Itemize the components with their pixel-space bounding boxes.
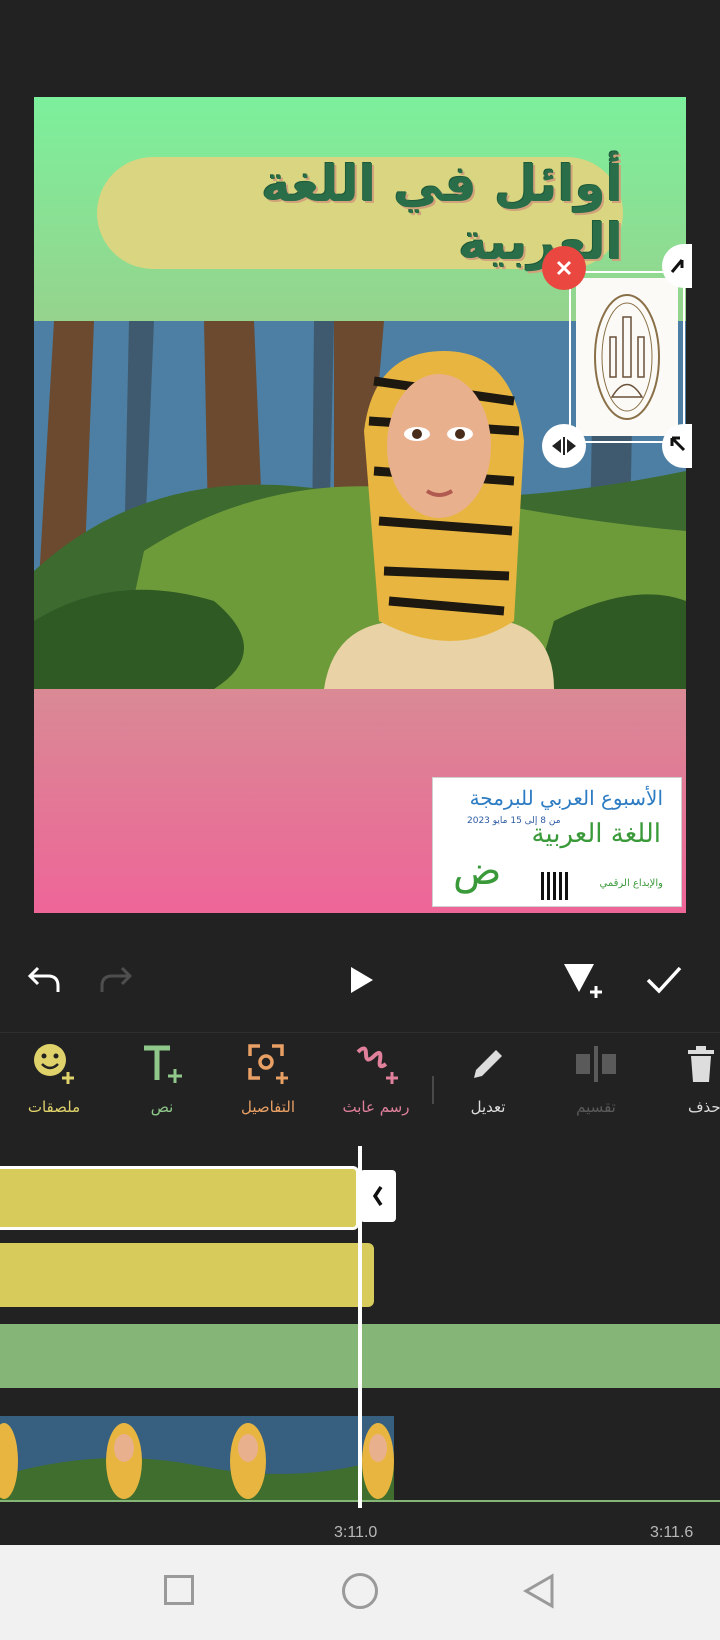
tool-label: نص	[150, 1098, 174, 1116]
play-icon	[351, 967, 373, 993]
add-keyframe-button[interactable]	[552, 950, 612, 1010]
redo-button[interactable]	[86, 950, 146, 1010]
confirm-button[interactable]	[634, 950, 694, 1010]
recents-button[interactable]	[164, 1575, 194, 1605]
dad-letter-icon: ض	[453, 848, 502, 894]
emoji-add-icon	[34, 1044, 74, 1084]
trash-icon	[688, 1046, 714, 1082]
event-logo-overlay[interactable]: الأسبوع العربي للبرمجة من 8 إلى 15 مايو …	[432, 777, 682, 907]
tool-split: تقسيم	[544, 1040, 648, 1140]
title-clip[interactable]	[0, 1243, 374, 1307]
undo-icon	[27, 966, 60, 992]
delete-sticker-button[interactable]	[542, 246, 586, 290]
system-nav-bar	[0, 1545, 720, 1640]
flip-sticker-button[interactable]	[542, 424, 586, 468]
text-add-icon	[144, 1045, 182, 1083]
flip-icon	[552, 437, 576, 455]
toolbar-divider	[0, 1032, 720, 1033]
tool-stickers[interactable]: ملصقات	[2, 1040, 106, 1140]
azhar-logo-sticker	[576, 278, 678, 436]
logo-subtitle: والإبداع الرقمي	[599, 878, 663, 889]
tool-label: التفاصيل	[240, 1098, 296, 1116]
scale-sticker-button[interactable]	[662, 424, 692, 468]
tool-text[interactable]: نص	[110, 1040, 214, 1140]
home-button[interactable]	[342, 1573, 378, 1609]
split-icon	[576, 1046, 616, 1082]
tool-separator	[432, 1076, 434, 1104]
tool-label: ملصقات	[27, 1098, 81, 1116]
rotate-sticker-button[interactable]	[662, 244, 692, 288]
clip-trim-handle[interactable]	[360, 1170, 396, 1222]
back-button[interactable]	[522, 1573, 556, 1613]
selected-sticker[interactable]	[569, 271, 685, 443]
tool-label: حذف	[688, 1098, 720, 1116]
tool-doodle[interactable]: رسم عابث	[324, 1040, 428, 1140]
keyframe-add-icon	[564, 964, 602, 998]
timestamp: 3:11.0	[334, 1524, 378, 1541]
playhead[interactable]	[358, 1146, 362, 1508]
undo-button[interactable]	[14, 950, 74, 1010]
redo-icon	[100, 966, 133, 992]
logo-title: الأسبوع العربي للبرمجة	[469, 786, 663, 810]
logo-arabic-language: اللغة العربية	[531, 819, 661, 849]
tool-delete[interactable]: حذف	[650, 1040, 720, 1140]
timeline[interactable]	[0, 1146, 720, 1542]
focus-add-icon	[248, 1044, 288, 1084]
tool-label: رسم عابث	[342, 1098, 410, 1116]
pencil-icon	[474, 1050, 502, 1078]
video-preview[interactable]: أوائل في اللغة العربية الأسبوع العربي لل…	[34, 97, 686, 913]
title-text: أوائل في اللغة العربية	[261, 155, 623, 271]
play-button[interactable]	[332, 950, 392, 1010]
video-track[interactable]	[0, 1416, 394, 1502]
video-thumbnails	[0, 1416, 394, 1502]
check-icon	[646, 966, 682, 994]
timestamp: 3:11.6	[650, 1524, 694, 1541]
tool-edit[interactable]: تعديل	[436, 1040, 540, 1140]
tool-details[interactable]: التفاصيل	[216, 1040, 320, 1140]
sticker-clip-selected[interactable]	[0, 1166, 359, 1230]
title-overlay[interactable]: أوائل في اللغة العربية	[97, 155, 623, 271]
tool-label: تعديل	[470, 1098, 506, 1116]
qr-code-icon	[541, 872, 569, 900]
tool-label: تقسيم	[576, 1098, 616, 1116]
back-triangle-icon	[522, 1573, 554, 1609]
chevron-left-icon	[372, 1186, 383, 1206]
doodle-add-icon	[356, 1046, 398, 1084]
